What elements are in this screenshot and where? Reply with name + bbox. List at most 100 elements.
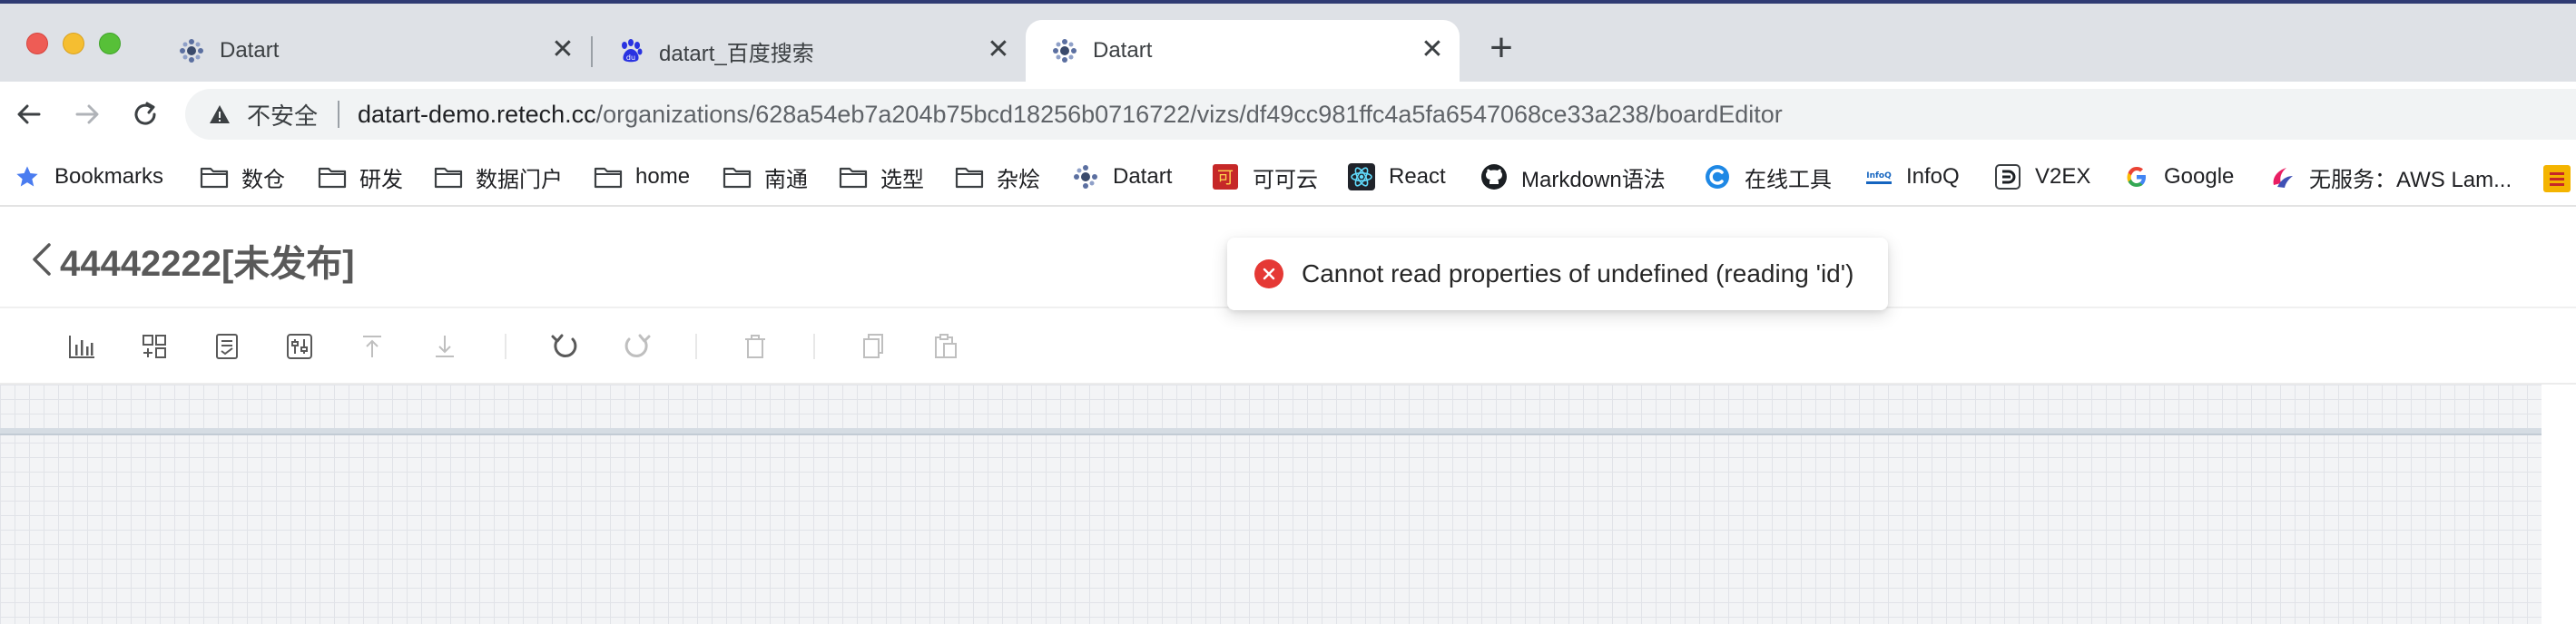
- svg-text:可: 可: [1217, 169, 1234, 188]
- media-widget-icon: [216, 334, 238, 359]
- send-to-bottom-button[interactable]: [427, 328, 463, 365]
- serverless-icon: [2267, 162, 2296, 191]
- folder-icon: [434, 162, 463, 191]
- bookmark-react[interactable]: React: [1347, 160, 1446, 194]
- window-zoom-button[interactable]: [99, 33, 121, 54]
- bookmark-infoq[interactable]: InfoQ InfoQ: [1864, 160, 1960, 194]
- overflow-bookmark-icon[interactable]: [2543, 165, 2571, 192]
- tab-close-icon[interactable]: ✕: [986, 36, 1011, 63]
- browser-tab-3-active[interactable]: Datart ✕: [1026, 20, 1460, 82]
- paste-icon: [935, 334, 957, 358]
- tab-title: Datart: [1093, 38, 1153, 63]
- window-minimize-button[interactable]: [63, 33, 84, 54]
- bookmark-kekeyun[interactable]: 可 可可云: [1211, 160, 1318, 194]
- copy-icon: [863, 334, 883, 358]
- browser-tab-2[interactable]: du datart_百度搜索 ✕: [592, 20, 1026, 82]
- datart-icon: [178, 37, 205, 64]
- arrow-right-icon: [75, 104, 99, 124]
- baidu-icon: du: [617, 37, 644, 64]
- tab-close-icon[interactable]: ✕: [550, 36, 575, 63]
- error-message-toast: Cannot read properties of undefined (rea…: [1227, 238, 1888, 310]
- datart-icon: [1071, 162, 1100, 191]
- window-close-button[interactable]: [26, 33, 48, 54]
- redo-icon: [624, 334, 651, 357]
- bookmark-folder-xuanxing[interactable]: 选型: [839, 160, 924, 194]
- bookmark-v2ex[interactable]: V2EX: [1993, 160, 2090, 194]
- bookmark-folder-shujumenhu[interactable]: 数据门户: [434, 160, 563, 194]
- bookmark-google[interactable]: Google: [2122, 160, 2234, 194]
- folder-icon: [955, 162, 984, 191]
- toolbar-divider: [695, 334, 697, 359]
- redo-button[interactable]: [619, 328, 655, 365]
- add-container-button[interactable]: [136, 328, 172, 365]
- bookmark-datart[interactable]: Datart: [1071, 160, 1172, 194]
- forward-button[interactable]: [69, 96, 105, 132]
- error-icon: [1254, 259, 1283, 288]
- chart-icon: [69, 336, 94, 358]
- infoq-icon: InfoQ: [1864, 162, 1893, 191]
- github-icon: [1480, 162, 1509, 191]
- reload-icon: [134, 102, 156, 125]
- folder-icon: [594, 162, 623, 191]
- back-icon[interactable]: [29, 241, 56, 278]
- error-message-text: Cannot read properties of undefined (rea…: [1302, 259, 1854, 288]
- address-divider: [338, 101, 340, 128]
- bookmark-folder-shucang[interactable]: 数仓: [200, 160, 285, 194]
- send-to-bottom-icon: [436, 336, 454, 357]
- tab-close-icon[interactable]: ✕: [1420, 36, 1445, 63]
- star-icon: [13, 162, 42, 191]
- delete-button[interactable]: [737, 328, 773, 365]
- undo-icon: [551, 334, 577, 357]
- paste-button[interactable]: [928, 328, 964, 365]
- google-icon: [2122, 162, 2151, 191]
- bookmarks-bar: Bookmarks 数仓 研发 数据门户 home 南通 选型 杂烩 Datar…: [0, 147, 2576, 207]
- board-canvas[interactable]: [0, 385, 2542, 624]
- bookmark-folder-yanfa[interactable]: 研发: [318, 160, 403, 194]
- bookmark-markdown[interactable]: Markdown语法: [1480, 160, 1666, 194]
- folder-icon: [200, 162, 229, 191]
- bookmark-serverless[interactable]: 无服务：AWS Lam...: [2267, 160, 2512, 194]
- url-text[interactable]: datart-demo.retech.cc/organizations/628a…: [358, 101, 1783, 129]
- copy-button[interactable]: [855, 328, 891, 365]
- url-path: /organizations/628a54eb7a204b75bcd18256b…: [595, 100, 1783, 128]
- browser-tab-strip: Datart ✕ du datart_百度搜索 ✕ Datart ✕ +: [0, 0, 2576, 82]
- bookmark-zaixiangongju[interactable]: 在线工具: [1703, 160, 1832, 194]
- security-label[interactable]: 不安全: [247, 98, 318, 132]
- toolbar-divider: [505, 334, 506, 359]
- tab-title: datart_百度搜索: [659, 41, 814, 66]
- datart-icon: [1051, 37, 1078, 64]
- react-icon: [1347, 162, 1376, 191]
- address-bar[interactable]: 不安全 datart-demo.retech.cc/organizations/…: [185, 89, 2576, 140]
- folder-icon: [839, 162, 868, 191]
- add-media-button[interactable]: [209, 328, 245, 365]
- bookmark-folder-nantong[interactable]: 南通: [723, 160, 808, 194]
- bookmark-bookmarks[interactable]: Bookmarks: [13, 160, 163, 194]
- folder-icon: [723, 162, 752, 191]
- undo-button[interactable]: [546, 328, 583, 365]
- bookmark-folder-home[interactable]: home: [594, 160, 690, 194]
- back-button[interactable]: [11, 96, 47, 132]
- bring-to-top-button[interactable]: [354, 328, 390, 365]
- add-controller-button[interactable]: [281, 328, 318, 365]
- add-chart-button[interactable]: [64, 328, 100, 365]
- canvas-scroll-rail[interactable]: [2542, 385, 2576, 624]
- toolbar-divider: [813, 334, 815, 359]
- svg-text:du: du: [626, 54, 635, 62]
- reload-button[interactable]: [127, 96, 163, 132]
- bring-to-top-icon: [363, 336, 381, 357]
- folder-icon: [318, 162, 347, 191]
- browser-toolbar: 不安全 datart-demo.retech.cc/organizations/…: [0, 82, 2576, 147]
- arrow-left-icon: [17, 104, 41, 124]
- delete-icon: [745, 335, 765, 358]
- new-tab-button[interactable]: +: [1483, 28, 1519, 68]
- board-editor-toolbar: [0, 308, 2576, 385]
- tool-c-icon: [1703, 162, 1732, 191]
- tab-title: Datart: [220, 38, 280, 63]
- bookmark-folder-zahui[interactable]: 杂烩: [955, 160, 1040, 194]
- kekeyun-icon: 可: [1211, 162, 1240, 191]
- svg-text:InfoQ: InfoQ: [1866, 171, 1892, 180]
- page-title: 44442222[未发布]: [60, 244, 355, 284]
- warning-icon: [210, 105, 230, 123]
- controller-icon: [287, 334, 312, 359]
- browser-tab-1[interactable]: Datart ✕: [152, 20, 590, 82]
